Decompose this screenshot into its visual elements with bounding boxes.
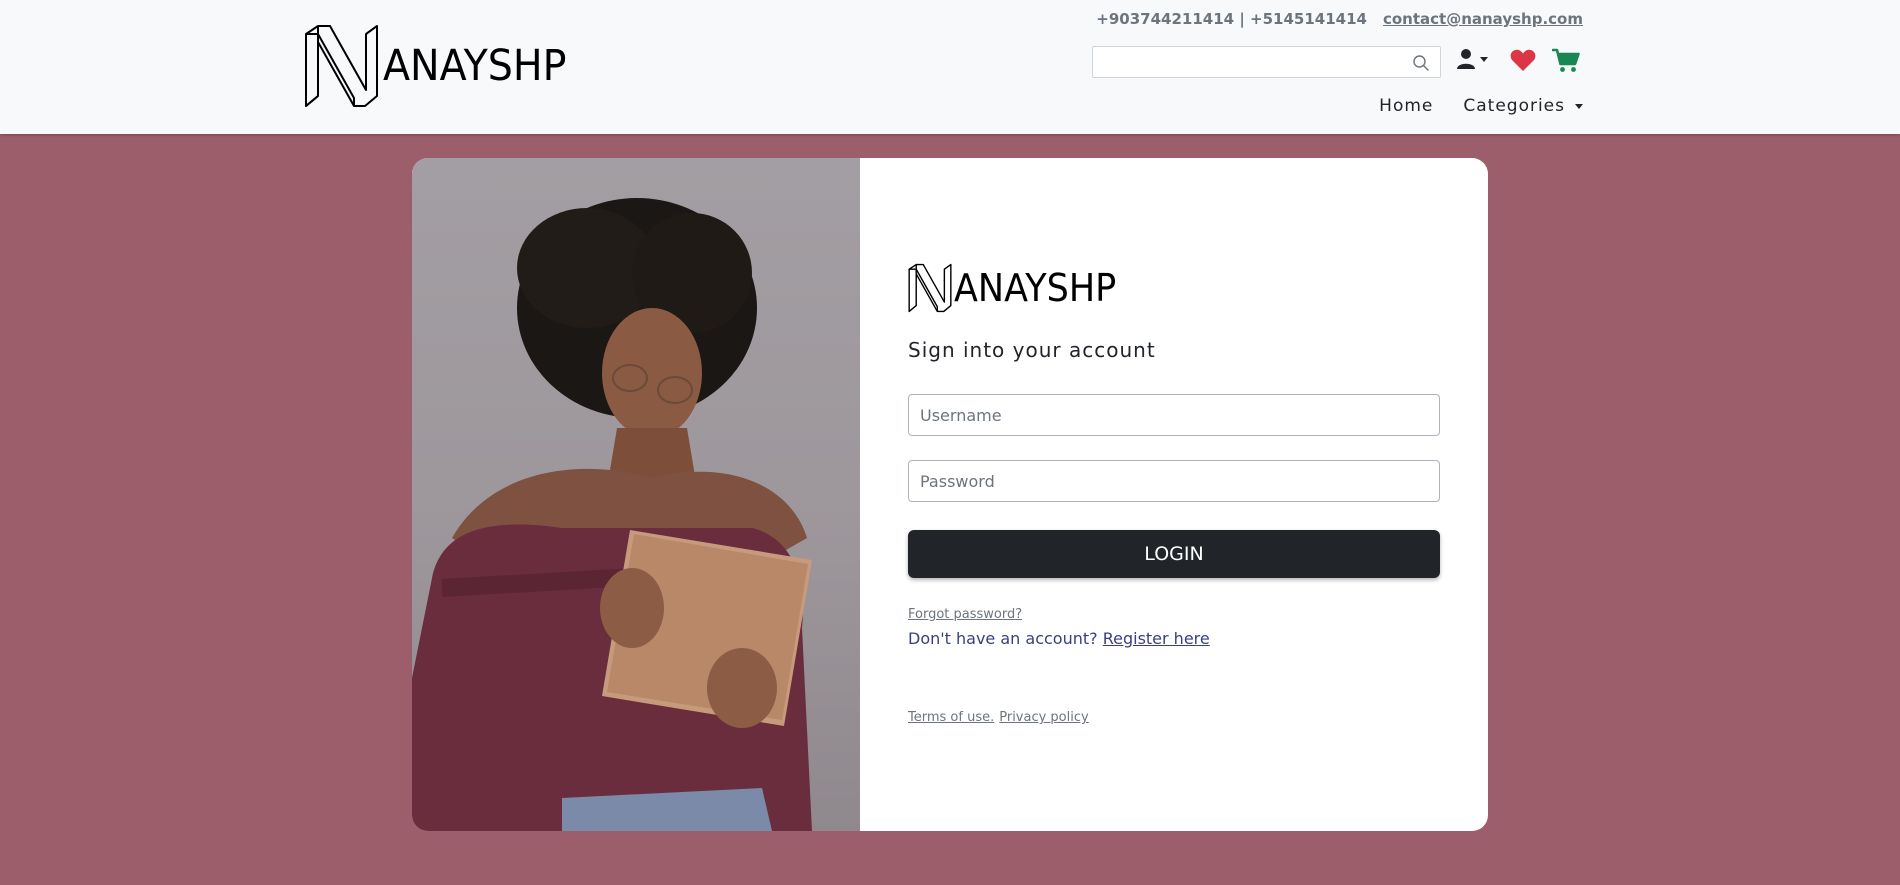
legal-links: Terms of use. Privacy policy: [908, 710, 1089, 725]
email-link[interactable]: contact@nanayshp.com: [1383, 10, 1583, 28]
cart-button[interactable]: [1551, 48, 1580, 78]
nav-categories-dropdown[interactable]: Categories: [1463, 96, 1583, 116]
chevron-down-icon: [1575, 103, 1583, 109]
brand-name: ANAYSHP: [383, 41, 567, 91]
no-account-text: Don't have an account?: [908, 629, 1098, 648]
search-icon[interactable]: [1412, 54, 1430, 72]
main-nav: Home Categories: [1379, 96, 1583, 116]
heart-icon: [1510, 49, 1536, 71]
username-field[interactable]: [908, 394, 1440, 436]
account-menu-button[interactable]: [1456, 48, 1488, 70]
login-button[interactable]: LOGIN: [908, 530, 1440, 578]
login-card: ANAYSHP Sign into your account LOGIN For…: [412, 158, 1488, 831]
register-link[interactable]: Register here: [1103, 629, 1210, 648]
form-title: Sign into your account: [908, 338, 1156, 362]
form-brand-logo: ANAYSHP: [908, 262, 1130, 314]
chevron-down-icon: [1480, 56, 1488, 62]
hero-image: [412, 158, 860, 831]
brand-logo[interactable]: ANAYSHP: [304, 24, 582, 108]
woman-with-tablet-image: [412, 198, 812, 831]
password-field[interactable]: [908, 460, 1440, 502]
search-input[interactable]: [1093, 47, 1440, 77]
privacy-link[interactable]: Privacy policy: [999, 710, 1088, 725]
brand-n-mark-icon: [305, 25, 378, 107]
search-box: [1092, 46, 1441, 78]
cart-icon: [1551, 48, 1580, 72]
wishlist-button[interactable]: [1510, 48, 1536, 76]
brand-n-mark-icon: [908, 263, 952, 313]
register-prompt: Don't have an account? Register here: [908, 629, 1210, 648]
nav-home[interactable]: Home: [1379, 96, 1433, 116]
forgot-password-link[interactable]: Forgot password?: [908, 607, 1022, 622]
user-icon: [1457, 49, 1475, 69]
phone-numbers: +903744211414 | +5145141414: [1096, 10, 1367, 28]
login-form: ANAYSHP Sign into your account LOGIN For…: [908, 158, 1440, 831]
site-header: ANAYSHP +903744211414 | +5145141414 cont…: [0, 0, 1900, 134]
contact-info: +903744211414 | +5145141414 contact@nana…: [1096, 10, 1583, 28]
nav-categories-label: Categories: [1463, 96, 1565, 116]
form-brand-name: ANAYSHP: [954, 266, 1117, 310]
terms-link[interactable]: Terms of use.: [908, 710, 994, 725]
